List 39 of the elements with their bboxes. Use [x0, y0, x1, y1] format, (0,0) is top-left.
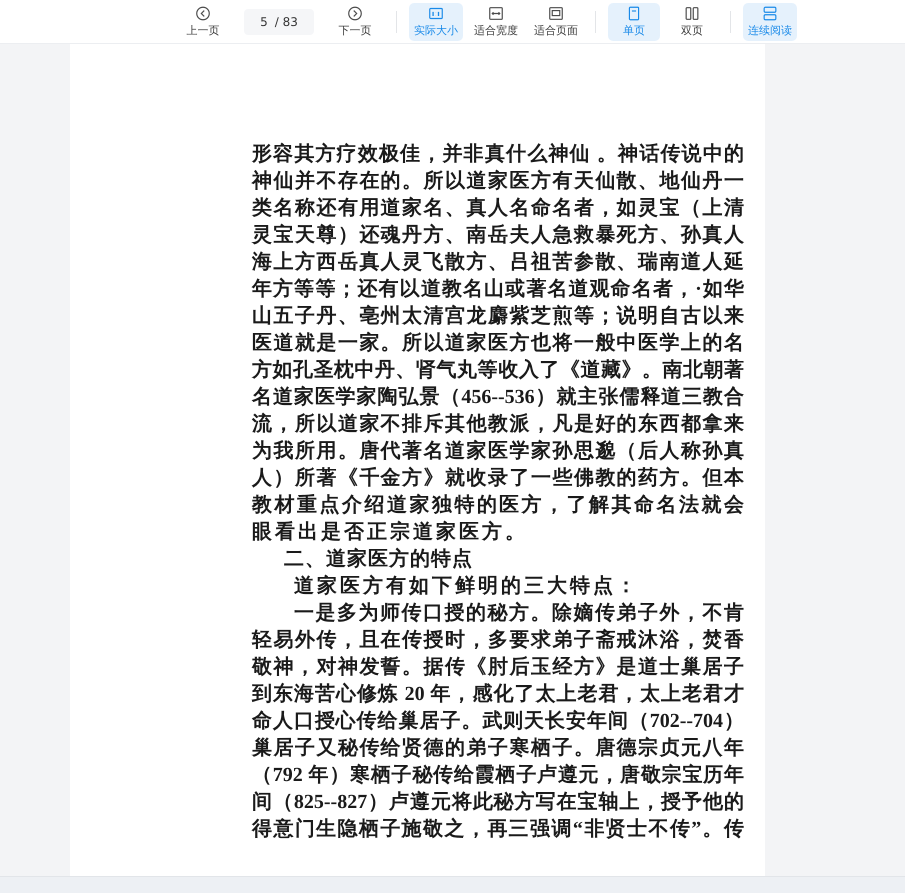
text-line: 山五子丹、亳州太清宫龙麝紫芝煎等；说明自古以来 — [252, 304, 744, 329]
text-line: 灵宝天尊）还魂丹方、南岳夫人急救暴死方、孙真人 — [252, 222, 744, 248]
text-line: 命人口授心传给巢居子。武则天长安年间（702--704） — [252, 708, 744, 734]
text-line: 年方等等；还有以道教名山或著名道观命名者，·如华 — [252, 276, 744, 302]
text-line: 到东海苦心修炼 20 年，感化了太上老君，太上老君才 — [252, 682, 744, 707]
text-line: 道家医方有如下鲜明的三大特点： — [293, 574, 640, 599]
text-line: 间（825--827）卢遵元将此秘方写在宝轴上，授予他的 — [252, 790, 744, 815]
fit-page-icon — [547, 6, 565, 20]
text-line: 眼看出是否正宗道家医方。 — [252, 520, 529, 545]
page-number-field[interactable]: 5 / 83 — [244, 8, 314, 34]
text-line: 方如孔圣枕中丹、肾气丸等收入了《道藏》。南北朝著 — [252, 358, 744, 383]
actual-size-icon — [427, 6, 445, 20]
chevron-left-icon — [194, 6, 212, 20]
text-line: 敬神，对神发誓。据传《肘后玉经方》是道士巢居子 — [252, 654, 744, 680]
text-line: 一是多为师传口授的秘方。除嫡传弟子外，不肯 — [293, 600, 744, 626]
text-line: 巢居子又秘传给贤德的弟子寒栖子。唐德宗贞元八年 — [252, 736, 744, 761]
section-heading: 二、道家医方的特点 — [283, 546, 474, 572]
text-line: 流，所以道家不排斥其他教派，凡是好的东西都拿来 — [252, 412, 744, 437]
text-line: 轻易外传，且在传授时，多要求弟子斋戒沐浴，焚香 — [252, 628, 744, 653]
text-line: （792 年）寒栖子秘传给霞栖子卢遵元，唐敬宗宝历年 — [252, 762, 744, 788]
continuous-icon — [761, 6, 779, 20]
view-mode-button[interactable]: 适合页面 — [529, 2, 583, 40]
text-line: 医道就是一家。所以道家医方也将一般中医学上的名 — [252, 330, 744, 356]
text-line: 形容其方疗效极佳，并非真什么神仙 。神话传说中的 — [252, 142, 744, 167]
text-line: 人）所著《千金方》就收录了一些佛教的药方。但本 — [252, 466, 744, 491]
double-page-icon — [683, 6, 701, 20]
view-mode-button[interactable]: 双页 — [666, 2, 718, 40]
text-line: 得意门生隐栖子施敬之，再三强调“非贤士不传”。传 — [252, 816, 744, 842]
next-page-button[interactable]: 下一页 — [326, 2, 384, 40]
text-line: 海上方西岳真人灵飞散方、吕祖苦参散、瑞南道人延 — [252, 250, 744, 275]
text-line: 为我所用。唐代著名道家医学家孙思邈（后人称孙真 — [252, 438, 744, 464]
view-mode-button[interactable]: 适合宽度 — [469, 2, 523, 40]
text-line: 类名称还有用道家名、真人名命名者，如灵宝（上清 — [252, 196, 744, 221]
chevron-right-icon — [346, 6, 364, 20]
text-line: 名道家医学家陶弘景（456--536）就主张儒释道三教合 — [252, 384, 744, 410]
previous-page-button[interactable]: 上一页 — [174, 2, 232, 40]
text-line: 神仙并不存在的。所以道家医方有天仙散、地仙丹一 — [252, 168, 744, 194]
text-line: 教材重点介绍道家独特的医方，了解其命名法就会 — [252, 492, 744, 518]
fit-width-icon — [487, 6, 505, 20]
